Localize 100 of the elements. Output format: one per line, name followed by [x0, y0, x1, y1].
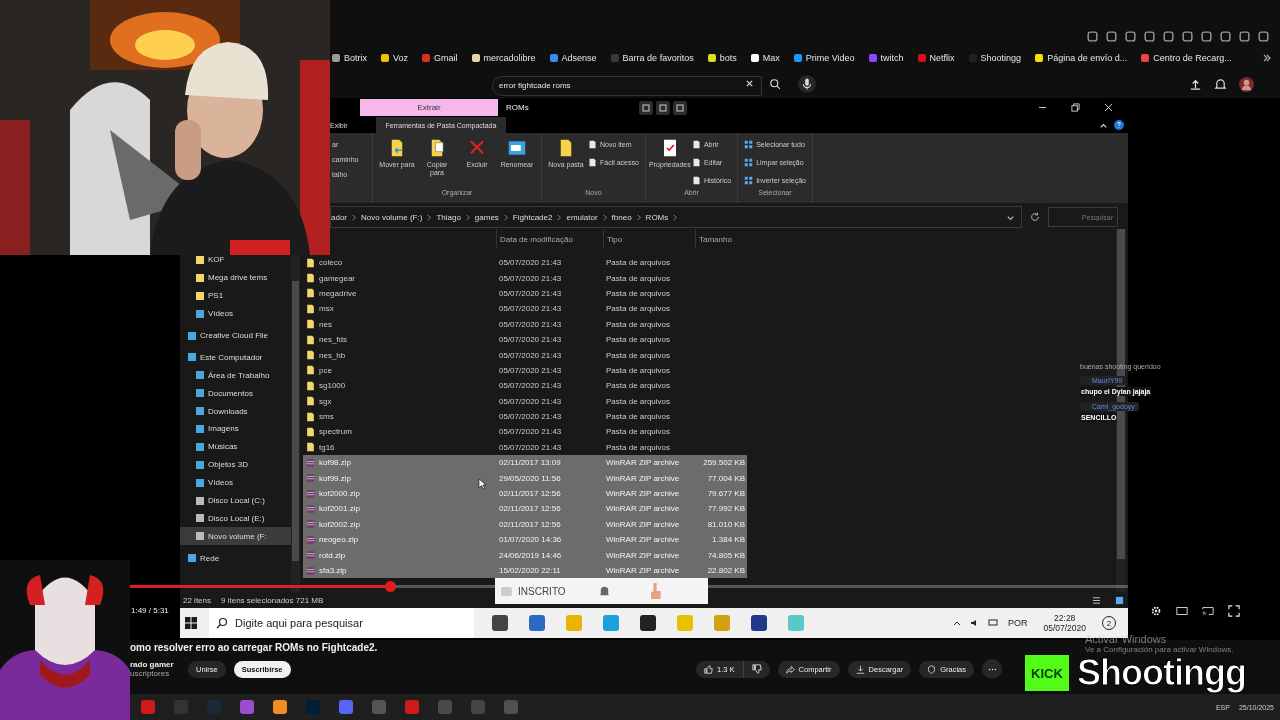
nav-item[interactable]: Disco Local (C:)	[180, 491, 291, 510]
refresh-icon[interactable]	[1030, 212, 1040, 222]
nav-item[interactable]: Área de Trabalho	[180, 366, 291, 385]
toolbar-icon[interactable]	[1162, 30, 1175, 43]
bookmark-link[interactable]: Voz	[381, 53, 409, 63]
tiles-view-icon[interactable]	[1115, 595, 1124, 605]
toolbar-icon[interactable]	[1200, 30, 1213, 43]
search-icon[interactable]	[216, 617, 228, 629]
toolbar-icon[interactable]	[638, 100, 653, 115]
language-indicator[interactable]: POR	[1007, 618, 1028, 628]
search-field[interactable]: Digite aqui para pesquisar	[209, 608, 474, 638]
toolbar-icon[interactable]	[655, 100, 670, 115]
subscribe-popup[interactable]: INSCRITO	[495, 578, 708, 604]
toolbar-icon[interactable]	[1219, 30, 1232, 43]
help-icon[interactable]	[1114, 120, 1124, 130]
column-header[interactable]: Tamanho	[695, 229, 745, 249]
toolbar-icon[interactable]	[672, 100, 687, 115]
settings-icon[interactable]	[1150, 605, 1162, 617]
file-row[interactable]: neogeo.zip 01/07/2020 14:36 WinRAR ZIP archive 1.384 KB	[303, 532, 747, 548]
file-row[interactable]: kof99.zip 29/05/2020 11:56 WinRAR ZIP archive 77.004 KB	[303, 470, 747, 486]
bookmark-link[interactable]: Gmail	[422, 53, 458, 63]
file-row[interactable]: nes_fds 05/07/2020 21:43 Pasta de arquivos	[303, 331, 747, 348]
file-row[interactable]: sms 05/07/2020 21:43 Pasta de arquivos	[303, 408, 747, 425]
file-row[interactable]: kof2001.zip 02/11/2017 12:56 WinRAR ZIP archive 77.992 KB	[303, 501, 747, 517]
file-row[interactable]: kof98.zip 02/11/2017 13:09 WinRAR ZIP archive 259.502 KB	[303, 455, 747, 471]
context-tab[interactable]: Extrair	[360, 99, 498, 116]
taskbar-app-icon[interactable]	[749, 613, 769, 633]
channel-name[interactable]: rado gamer	[130, 660, 180, 669]
nav-item[interactable]: Objetos 3D	[180, 455, 291, 474]
file-row[interactable]: megadrive 05/07/2020 21:43 Pasta de arquivos	[303, 285, 747, 302]
toolbar-icon[interactable]	[1086, 30, 1099, 43]
file-row[interactable]: nes_hb 05/07/2020 21:43 Pasta de arquivos	[303, 347, 747, 363]
bookmark-link[interactable]: twitch	[868, 53, 904, 63]
toolbar-icon[interactable]	[1143, 30, 1156, 43]
nav-item[interactable]: KOF	[180, 251, 291, 269]
nav-item[interactable]: Downloads	[180, 402, 291, 420]
file-row[interactable]: nes 05/07/2020 21:43 Pasta de arquivos	[303, 316, 747, 332]
file-row[interactable]: sg1000 05/07/2020 21:43 Pasta de arquivos	[303, 378, 747, 394]
cast-icon[interactable]	[1202, 605, 1214, 617]
file-row[interactable]: spectrum 05/07/2020 21:43 Pasta de arquivos	[303, 424, 747, 440]
windows-start-icon[interactable]	[185, 617, 197, 629]
column-header[interactable]: Data de modificação	[496, 229, 603, 249]
file-row[interactable]: sgx 05/07/2020 21:43 Pasta de arquivos	[303, 393, 747, 409]
address-bar[interactable]: ador Novo volume (F:) Thiago games Fightcade2 emulator fbneo ROMs	[330, 206, 1022, 228]
file-row[interactable]: rotd.zip 24/06/2019 14:46 WinRAR ZIP archive 74.805 KB	[303, 547, 747, 563]
nav-item[interactable]: Mega drive tems	[180, 268, 291, 287]
bookmark-link[interactable]: Netflix	[917, 53, 955, 63]
avatar-icon[interactable]	[1239, 76, 1254, 92]
nav-item[interactable]: Novo volume (F:	[180, 527, 291, 546]
taskbar-app-icon[interactable]	[272, 699, 288, 715]
nav-item[interactable]: PS1	[180, 286, 291, 305]
miniplayer-icon[interactable]	[1176, 605, 1188, 617]
restore-icon[interactable]	[1071, 103, 1080, 112]
bookmark-link[interactable]: bots	[707, 53, 737, 63]
bookmark-link[interactable]: Adsense	[549, 53, 597, 63]
nav-item[interactable]: Este Computador	[180, 348, 291, 367]
nav-item[interactable]: Rede	[180, 549, 291, 568]
file-row[interactable]: gamegear 05/07/2020 21:43 Pasta de arquivos	[303, 270, 747, 286]
bookmark-link[interactable]: Botrix	[332, 53, 367, 63]
bookmark-link[interactable]: Página de envío d...	[1035, 53, 1128, 63]
toolbar-icon[interactable]	[1238, 30, 1251, 43]
bookmark-link[interactable]: mercadolibre	[471, 53, 536, 63]
upload-icon[interactable]	[1189, 77, 1202, 91]
bookmark-link[interactable]: Max	[750, 53, 780, 63]
bookmark-link[interactable]: Barra de favoritos	[610, 53, 694, 63]
file-row[interactable]: msx 05/07/2020 21:43 Pasta de arquivos	[303, 301, 747, 317]
dislike-icon[interactable]	[751, 664, 762, 674]
close-icon[interactable]	[745, 79, 754, 88]
toolbar-icon[interactable]	[1105, 30, 1118, 43]
column-header[interactable]: Tipo	[603, 229, 695, 249]
nav-item[interactable]: Disco Local (E:)	[180, 509, 291, 528]
nav-item[interactable]: Documentos	[180, 384, 291, 403]
microphone-icon[interactable]	[798, 75, 816, 93]
search-field[interactable]: error fightcade roms	[492, 75, 762, 96]
nav-item[interactable]: Imagens	[180, 420, 291, 438]
nav-item[interactable]: Vídeos	[180, 304, 291, 323]
file-row[interactable]: tg16 05/07/2020 21:43 Pasta de arquivos	[303, 439, 747, 456]
nav-item[interactable]: Vídeos	[180, 473, 291, 492]
nav-item[interactable]: Músicas	[180, 437, 291, 456]
nav-item[interactable]: Creative Cloud File	[180, 326, 291, 345]
close-icon[interactable]	[1104, 103, 1113, 112]
clock[interactable]: 22:28 05/07/2020	[1043, 613, 1086, 633]
bookmark-link[interactable]: Centro de Recarg...	[1141, 53, 1232, 63]
file-row[interactable]: pce 05/07/2020 21:43 Pasta de arquivos	[303, 362, 747, 379]
search-icon[interactable]	[768, 77, 782, 91]
progress-handle[interactable]	[385, 581, 397, 592]
taskbar-app-icon[interactable]	[638, 613, 658, 633]
toolbar-icon[interactable]	[1124, 30, 1137, 43]
bell-icon[interactable]	[1214, 77, 1227, 91]
toolbar-icon[interactable]	[1181, 30, 1194, 43]
fullscreen-icon[interactable]	[1228, 605, 1240, 617]
bookmark-link[interactable]: Prime Video	[793, 53, 855, 63]
bookmark-link[interactable]: Shootingg	[968, 53, 1022, 63]
toolbar-icon[interactable]	[1257, 30, 1270, 43]
chevron-icon[interactable]	[1262, 53, 1272, 63]
network-icon[interactable]	[987, 618, 998, 628]
details-view-icon[interactable]	[1092, 595, 1101, 605]
scrollbar-thumb[interactable]	[292, 281, 299, 561]
taskbar-app-icon[interactable]	[490, 613, 510, 633]
file-row[interactable]: coleco 05/07/2020 21:43 Pasta de arquivos	[303, 255, 747, 271]
